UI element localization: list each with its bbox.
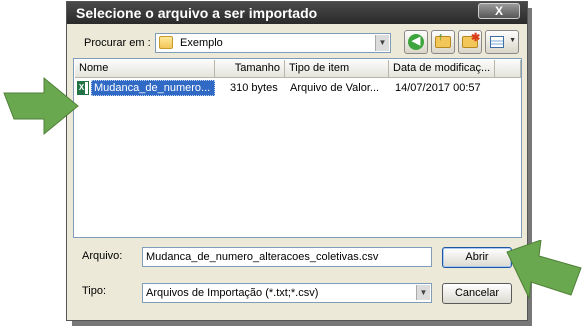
title-bar[interactable]: Selecione o arquivo a ser importado X: [67, 2, 527, 24]
close-button[interactable]: X: [478, 3, 520, 19]
lookin-folder-select[interactable]: Exemplo ▼: [155, 33, 391, 53]
lookin-label: Procurar em :: [84, 37, 151, 49]
filetype-value: Arquivos de Importação (*.txt;*.csv): [146, 287, 319, 299]
file-modified-cell: 14/07/2017 00:57: [395, 82, 481, 94]
filename-label: Arquivo:: [82, 250, 123, 262]
lookin-folder-name: Exemplo: [180, 37, 223, 49]
column-header-filler: [495, 60, 521, 78]
column-header-modified[interactable]: Data de modificaç...: [389, 60, 495, 78]
column-header-size[interactable]: Tamanho: [215, 60, 285, 78]
chevron-down-icon[interactable]: ▼: [416, 285, 430, 300]
filename-input[interactable]: Mudanca_de_numero_alteracoes_coletivas.c…: [142, 247, 432, 267]
view-menu-arrow-icon: ▼: [509, 37, 516, 44]
annotation-arrow-left: [3, 76, 79, 136]
back-icon: ◀: [408, 34, 424, 50]
view-menu-button[interactable]: ▼: [485, 30, 519, 54]
file-size-cell: 310 bytes: [230, 82, 278, 94]
file-open-dialog: Selecione o arquivo a ser importado X Pr…: [66, 1, 528, 321]
back-button[interactable]: ◀: [404, 30, 428, 54]
file-type-cell: Arquivo de Valor...: [290, 82, 380, 94]
cancel-button[interactable]: Cancelar: [442, 283, 512, 304]
filetype-label: Tipo:: [82, 285, 107, 297]
dialog-title: Selecione o arquivo a ser importado: [76, 5, 318, 21]
up-folder-button[interactable]: ↑: [431, 30, 455, 54]
file-name-cell[interactable]: Mudanca_de_numero...: [91, 80, 215, 96]
file-list[interactable]: Nome Tamanho Tipo de item Data de modifi…: [73, 58, 522, 238]
view-menu-icon: [490, 36, 504, 48]
open-button[interactable]: Abrir: [442, 247, 512, 268]
folder-icon: [159, 36, 173, 49]
column-header-type[interactable]: Tipo de item: [285, 60, 389, 78]
column-header-name[interactable]: Nome: [75, 60, 215, 78]
annotation-arrow-right: [506, 240, 582, 300]
new-folder-button[interactable]: ✱: [458, 30, 482, 54]
filetype-select[interactable]: Arquivos de Importação (*.txt;*.csv) ▼: [142, 283, 432, 303]
chevron-down-icon[interactable]: ▼: [375, 35, 389, 51]
